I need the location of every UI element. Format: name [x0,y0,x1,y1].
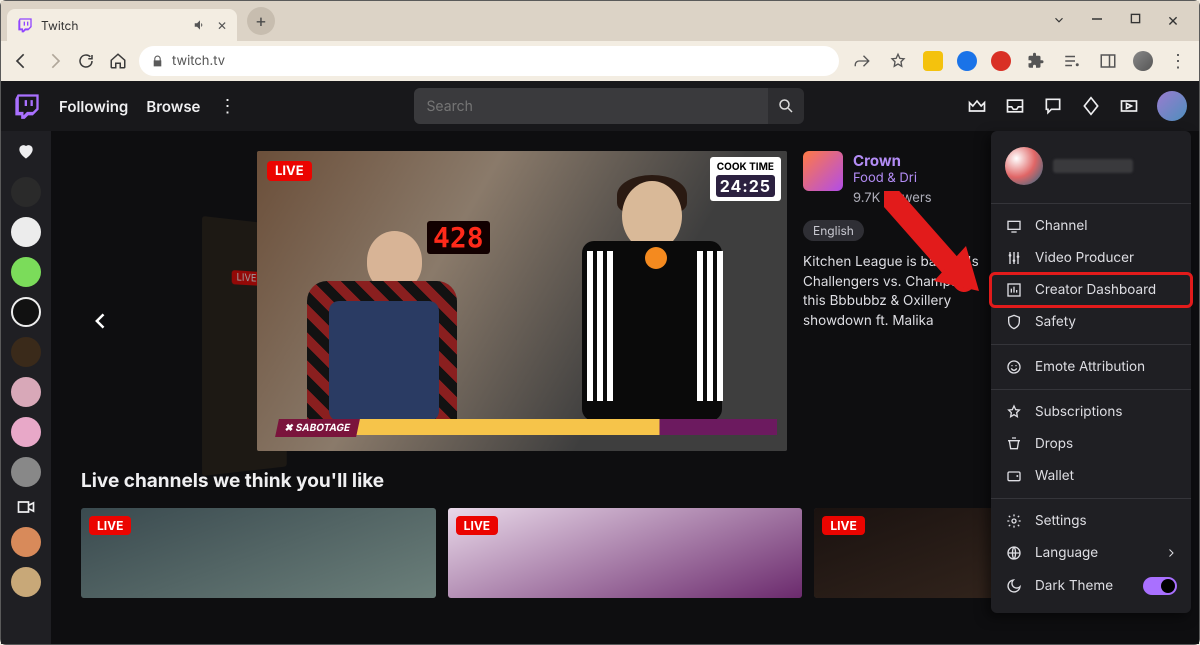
rail-camera-icon[interactable] [16,497,36,517]
share-icon[interactable] [851,50,873,72]
browser-tab[interactable]: Twitch ✕ [7,9,237,41]
inbox-icon[interactable] [1005,96,1025,116]
window-close-icon[interactable]: ✕ [1165,13,1181,30]
menu-language[interactable]: Language [991,537,1191,569]
channel-icon [1005,218,1023,234]
shield-icon [1005,314,1023,330]
menu-emote-attribution[interactable]: Emote Attribution [991,351,1191,383]
extension-icon[interactable] [957,51,977,71]
rail-channel[interactable] [11,417,41,447]
extension-icon[interactable] [991,51,1011,71]
bits-icon[interactable] [1081,96,1101,116]
nav-browse[interactable]: Browse [146,97,200,116]
bookmark-star-icon[interactable] [887,50,909,72]
rail-channel[interactable] [11,297,41,327]
rail-channel[interactable] [11,527,41,557]
emote-icon [1005,359,1023,375]
moon-icon [1005,578,1023,594]
menu-channel[interactable]: Channel [991,210,1191,242]
channel-card[interactable]: LIVE [448,508,803,598]
live-badge: LIVE [267,161,312,181]
menu-wallet[interactable]: Wallet [991,460,1191,492]
dropdown-username [1053,159,1133,173]
channel-card[interactable]: LIVE [81,508,436,598]
nav-reload-icon[interactable] [75,50,97,72]
profile-avatar-icon[interactable] [1133,51,1153,71]
rail-channel[interactable] [11,337,41,367]
globe-icon [1005,545,1023,561]
browser-toolbar: twitch.tv ⋮ [1,41,1199,81]
clock-digits: 428 [427,221,490,254]
menu-settings[interactable]: Settings [991,505,1191,537]
nav-back-icon[interactable] [11,50,33,72]
dropdown-avatar [1005,147,1043,185]
side-panel-icon[interactable] [1097,50,1119,72]
nav-more-icon[interactable]: ⋮ [218,96,236,117]
rail-channel[interactable] [11,567,41,597]
menu-dark-theme[interactable]: Dark Theme [991,569,1191,603]
search-input[interactable] [414,88,768,124]
nav-home-icon[interactable] [107,50,129,72]
nav-forward-icon[interactable] [43,50,65,72]
streamer-avatar[interactable] [803,151,843,191]
rail-channel[interactable] [11,217,41,247]
chevron-right-icon [1165,547,1177,559]
annotation-arrow [884,191,994,311]
user-avatar[interactable] [1157,91,1187,121]
whispers-icon[interactable] [1043,96,1063,116]
window-minimize-icon[interactable] [1089,13,1105,30]
carousel-prev-icon[interactable] [91,311,111,331]
menu-video-producer[interactable]: Video Producer [991,242,1191,274]
extensions-puzzle-icon[interactable] [1025,50,1047,72]
extension-icon[interactable] [923,51,943,71]
star-icon [1005,404,1023,420]
menu-drops[interactable]: Drops [991,428,1191,460]
chevron-down-icon[interactable] [1051,13,1067,30]
twitch-logo[interactable] [13,92,41,120]
featured-stream-player[interactable]: LIVE COOK TIME 24:25 428 ✖ SABOTAGE [257,151,787,451]
tab-close-icon[interactable]: ✕ [217,18,227,33]
language-tag[interactable]: English [803,220,864,241]
menu-creator-dashboard[interactable]: Creator Dashboard [991,274,1191,306]
drops-icon [1005,436,1023,452]
dashboard-icon [1005,282,1023,298]
wallet-icon [1005,468,1023,484]
site-top-nav: Following Browse ⋮ [1,81,1199,131]
new-tab-button[interactable]: + [247,7,275,35]
address-bar[interactable]: twitch.tv [139,46,839,76]
browser-menu-icon[interactable]: ⋮ [1167,50,1189,72]
stream-title[interactable]: Crown [853,151,932,170]
rail-channel[interactable] [11,257,41,287]
rail-channel[interactable] [11,457,41,487]
nav-following[interactable]: Following [59,97,128,116]
rail-channel[interactable] [11,377,41,407]
search-button[interactable] [768,88,804,124]
user-dropdown-menu: Channel Video Producer Creator Dashboard… [991,131,1191,613]
dark-theme-toggle[interactable] [1143,577,1177,595]
menu-subscriptions[interactable]: Subscriptions [991,396,1191,428]
url-text: twitch.tv [172,53,225,69]
prime-crown-icon[interactable] [967,96,987,116]
sabotage-bar: ✖ SABOTAGE [307,419,777,435]
stream-category[interactable]: Food & Dri [853,170,932,186]
dropdown-user-row[interactable] [991,141,1191,197]
browser-titlebar: Twitch ✕ + ✕ [1,1,1199,41]
menu-safety[interactable]: Safety [991,306,1191,338]
rail-channel[interactable] [11,177,41,207]
get-ad-free-icon[interactable] [1119,96,1139,116]
followed-channels-rail [1,81,51,644]
twitch-favicon [17,17,33,33]
lock-icon [151,55,164,68]
sliders-icon [1005,250,1023,266]
playlist-icon[interactable] [1061,50,1083,72]
cook-time-overlay: COOK TIME 24:25 [710,157,781,201]
tab-audio-icon[interactable] [193,18,207,33]
tab-title: Twitch [41,18,78,33]
search-box[interactable] [414,88,804,124]
followed-heart-icon[interactable] [16,141,36,161]
gear-icon [1005,513,1023,529]
window-maximize-icon[interactable] [1127,13,1143,30]
